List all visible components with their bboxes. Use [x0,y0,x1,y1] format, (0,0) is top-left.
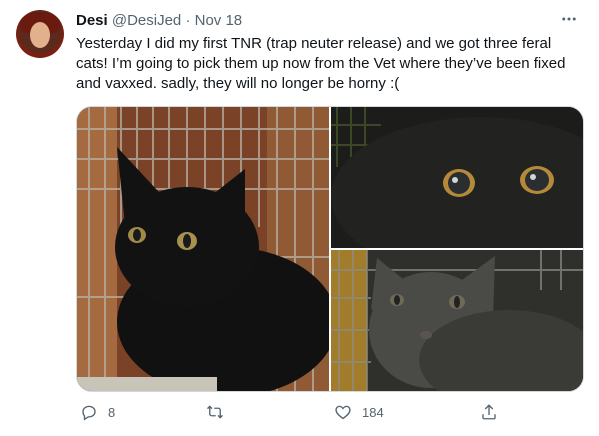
retweet-button[interactable] [206,398,234,426]
media-photo-1[interactable] [77,107,329,391]
separator: · [185,12,191,29]
heart-icon [335,405,351,420]
cat-photo-3 [331,250,583,391]
like-count: 184 [362,404,384,420]
media-photo-2[interactable] [331,107,583,248]
tweet-body: Yesterday I did my first TNR (trap neute… [76,35,566,92]
tweet-text: Yesterday I did my first TNR (trap neute… [76,34,586,94]
cat-photo-2 [331,107,583,248]
like-button[interactable]: 184 [334,398,384,426]
share-icon [482,404,496,420]
reply-button[interactable]: 8 [80,398,115,426]
more-options-button[interactable] [557,8,581,30]
media-grid [76,106,584,392]
media-photo-3[interactable] [331,250,583,391]
tweet-date[interactable]: Nov 18 [195,12,243,29]
reply-icon [82,405,96,421]
author-name[interactable]: Desi [76,12,108,29]
avatar-face [30,22,50,48]
tweet[interactable]: Desi @DesiJed · Nov 18 Yesterday I did m… [0,0,599,436]
retweet-icon [207,405,223,419]
share-button[interactable] [480,398,498,426]
more-icon [562,17,576,21]
reply-count: 8 [108,404,116,420]
tweet-actions: 8 184 [76,398,582,426]
cat-photo-1 [77,107,329,391]
tweet-header: Desi @DesiJed · Nov 18 [76,12,242,30]
avatar[interactable] [16,10,64,58]
author-handle[interactable]: @DesiJed [112,12,181,29]
